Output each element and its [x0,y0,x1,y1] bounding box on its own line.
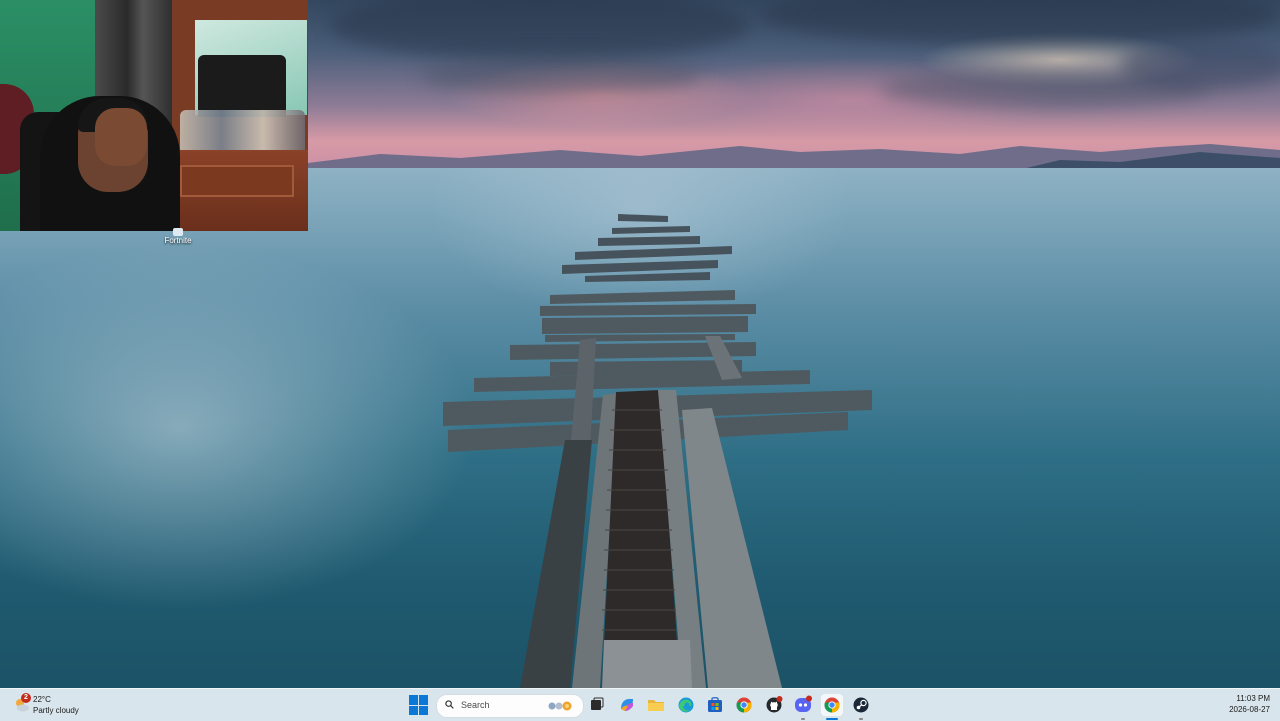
taskbar: 2 22°C Partly cloudy Search 11:03 PM 202… [0,688,1280,721]
windows-logo-tile [409,695,418,705]
fortnite-icon [173,228,183,236]
chrome-button[interactable] [733,694,755,716]
github-button[interactable] [763,694,785,716]
chrome-icon [736,697,752,713]
discord-button[interactable] [792,694,814,716]
webcam-shirt [198,55,286,117]
webcam-drawer [180,165,294,197]
folder-icon [648,700,664,711]
weather-notification-badge: 2 [21,693,31,703]
search-placeholder: Search [461,700,490,710]
clock-date: 2026-08-27 [1229,705,1270,714]
desktop-icon-fortnite[interactable]: Fortnite [150,228,206,246]
start-button[interactable] [409,695,429,715]
copilot-button[interactable] [616,694,638,716]
edge-button[interactable] [675,694,697,716]
search-highlight-icon [548,701,572,711]
task-view-button[interactable] [586,694,608,716]
clock-time: 11:03 PM [1236,694,1270,703]
store-icon [708,697,722,712]
search-icon [445,700,454,709]
github-icon [766,696,783,713]
webcam-overlay [0,0,308,231]
steam-icon [853,697,869,713]
chrome-icon [824,697,840,713]
weather-widget[interactable]: 2 22°C Partly cloudy [12,693,112,717]
task-view-icon [591,697,604,710]
copilot-icon [621,699,633,711]
webcam-person-hand [95,108,147,166]
chrome-active-button[interactable] [821,694,843,716]
desktop-icon-label: Fortnite [164,236,192,245]
webcam-clutter [180,110,305,155]
windows-logo-tile [409,705,418,715]
discord-icon [795,695,812,712]
taskbar-clock[interactable]: 11:03 PM 2026-08-27 [1210,693,1270,715]
windows-logo-tile [419,705,428,715]
store-button[interactable] [704,694,726,716]
weather-temperature: 22°C [33,695,51,704]
windows-logo-tile [419,695,428,705]
weather-condition: Partly cloudy [33,706,79,715]
steam-button[interactable] [850,694,872,716]
edge-icon [678,697,694,713]
taskbar-search-box[interactable]: Search [436,694,584,718]
file-explorer-button[interactable] [645,694,667,716]
